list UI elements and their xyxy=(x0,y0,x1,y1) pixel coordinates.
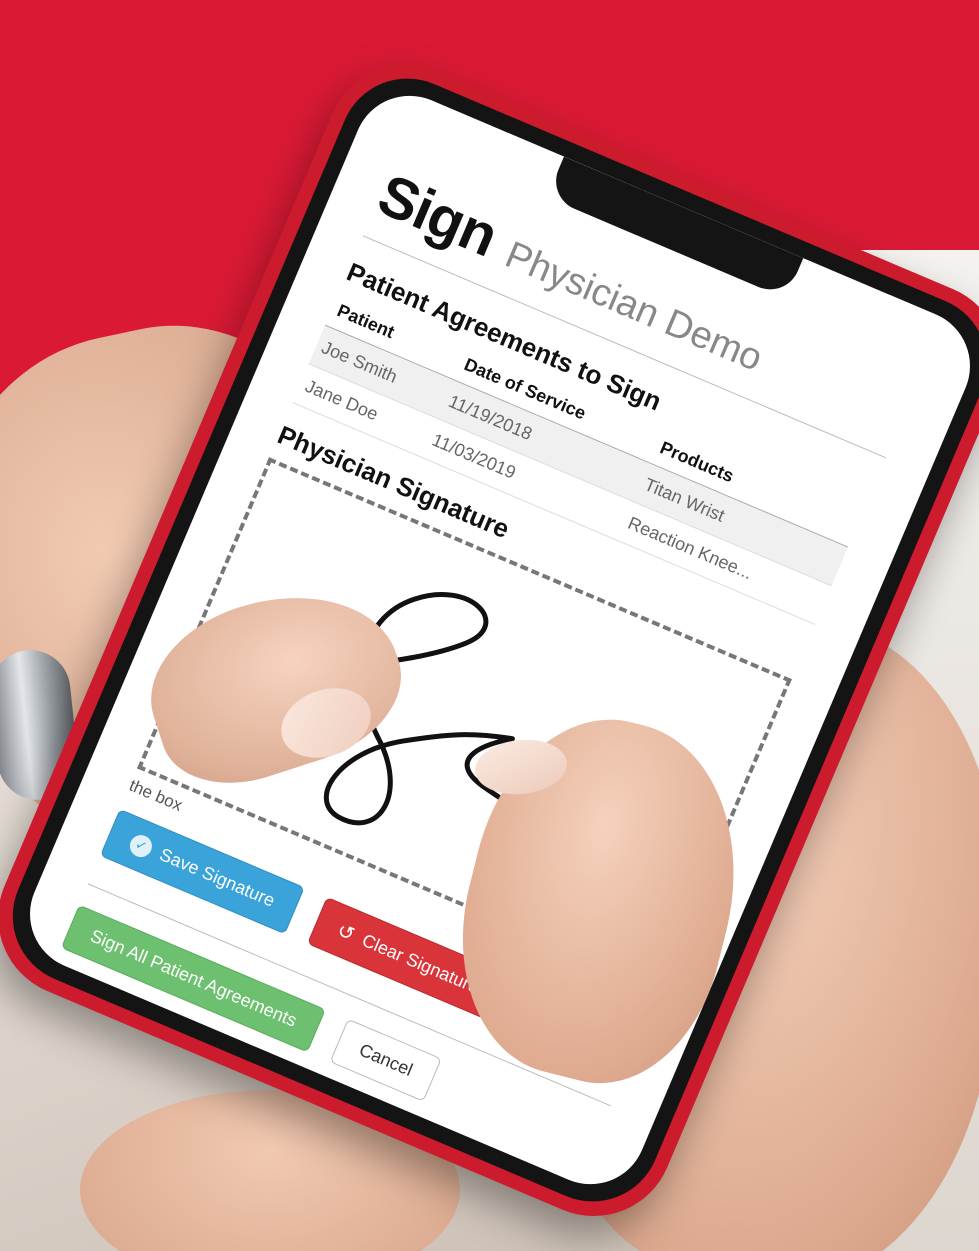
cancel-label: Cancel xyxy=(356,1039,416,1081)
rotate-left-icon: ↺ xyxy=(333,919,358,947)
page-title: Sign xyxy=(369,161,507,270)
save-signature-label: Save Signature xyxy=(156,844,278,911)
check-circle-icon: ✓ xyxy=(126,831,156,861)
save-signature-button[interactable]: ✓ Save Signature xyxy=(99,808,305,935)
